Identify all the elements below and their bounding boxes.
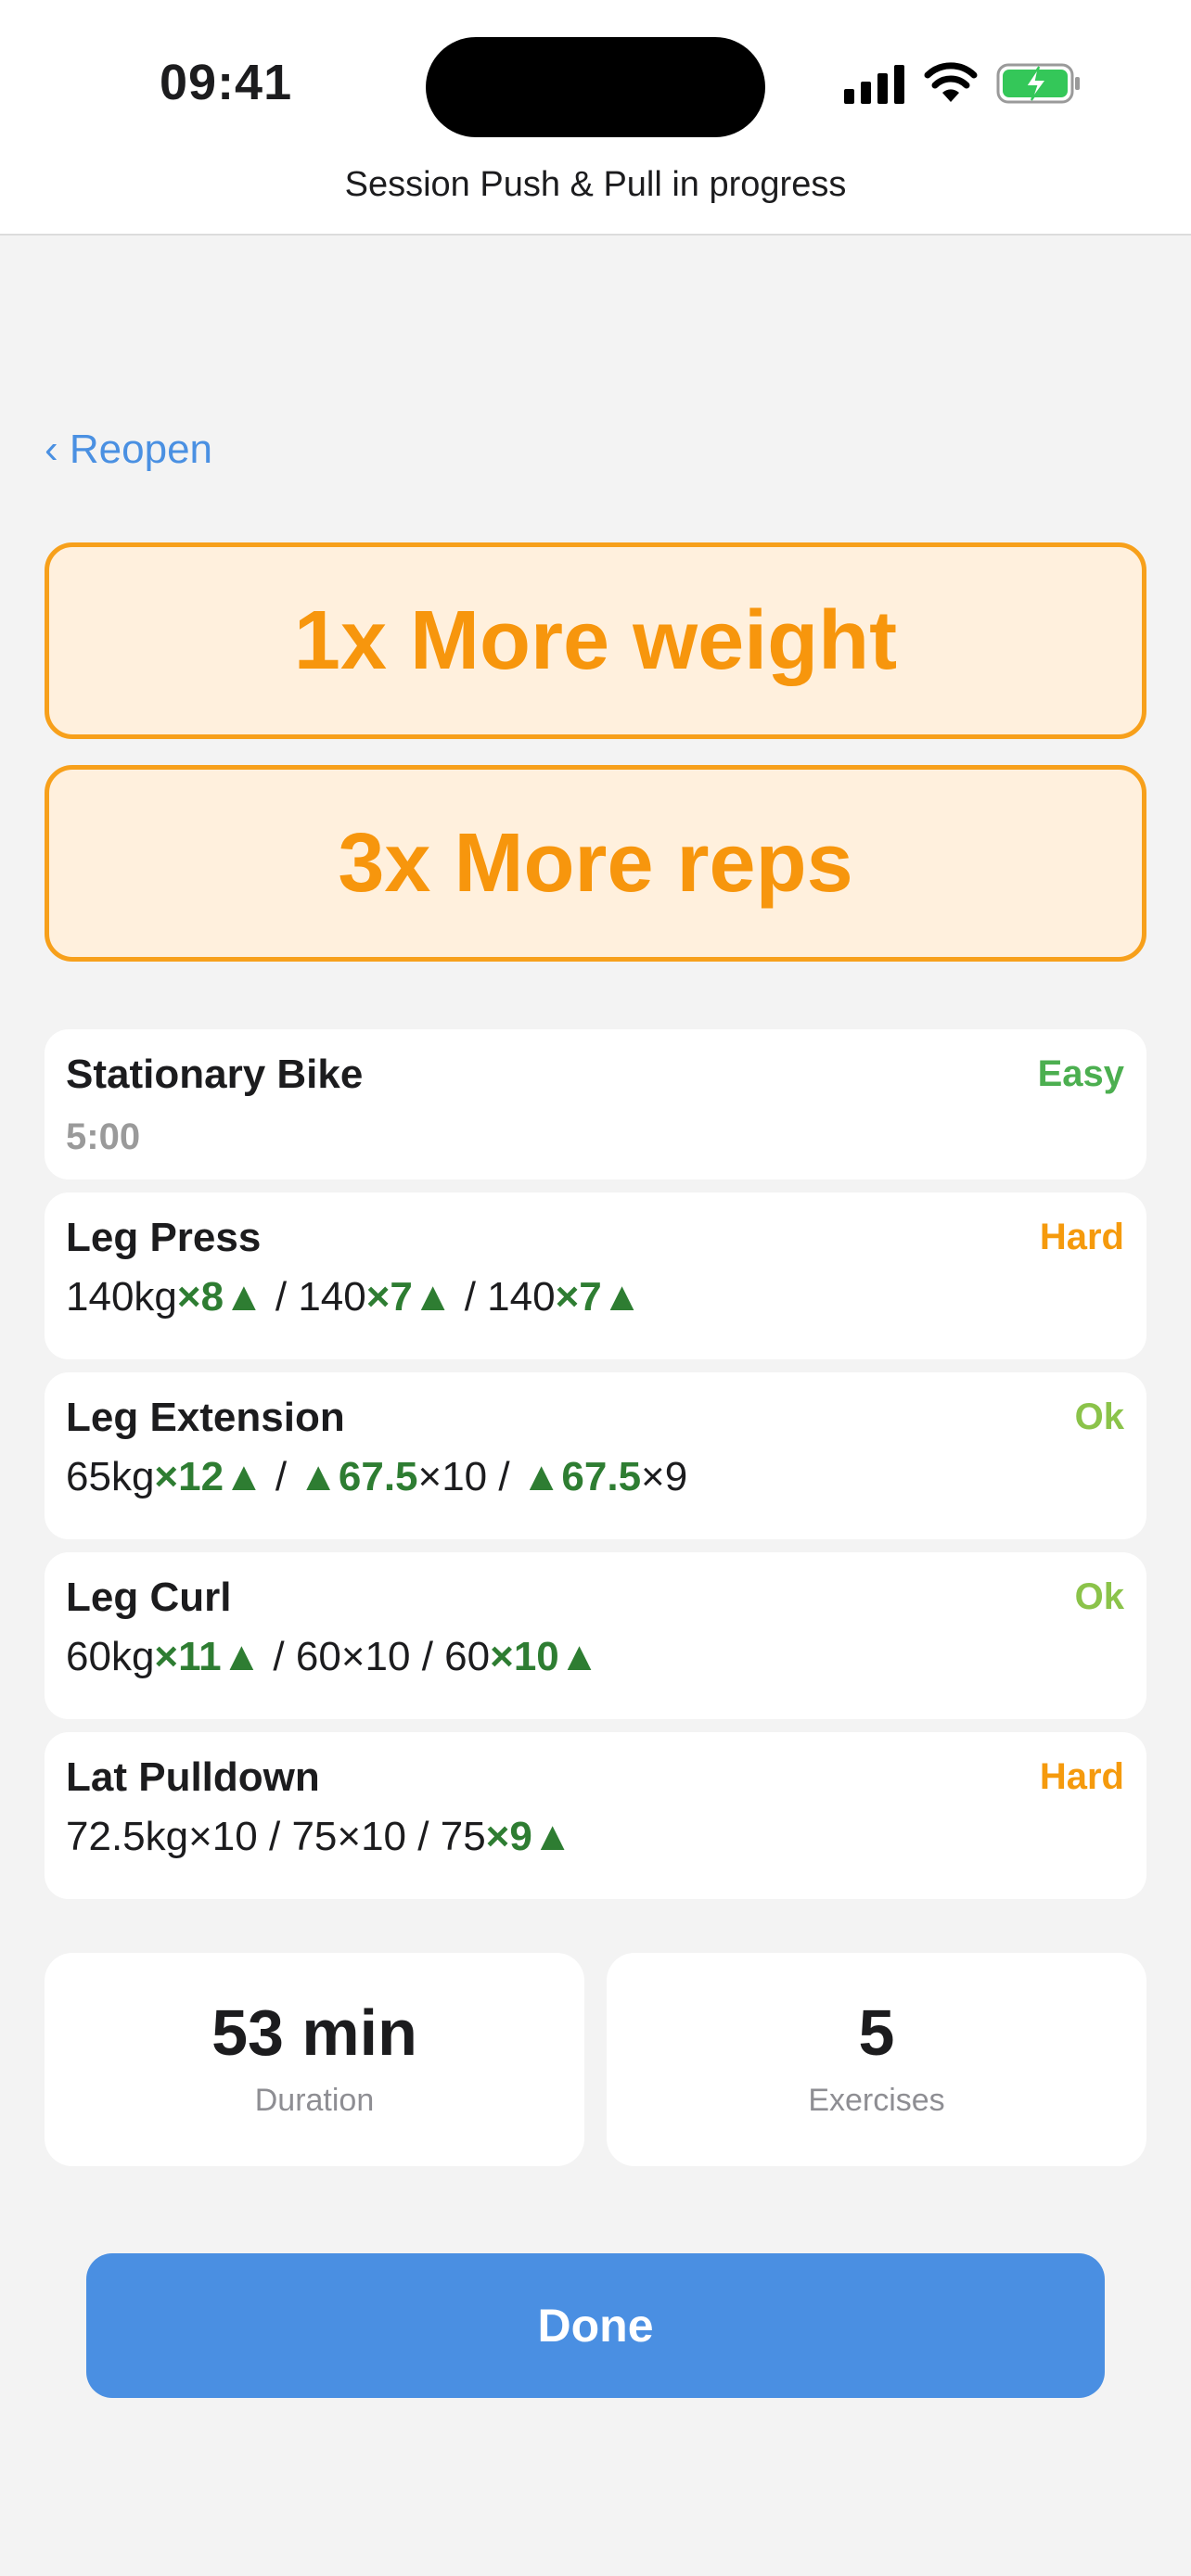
exercise-duration: 5:00 — [66, 1116, 141, 1157]
exercise-name: Leg Press — [66, 1215, 262, 1260]
set-reps: ×10 — [340, 1634, 411, 1679]
up-triangle-icon: ▲ — [520, 1454, 562, 1499]
set-reps: ×10 — [417, 1454, 488, 1499]
set-separator: / — [263, 1454, 299, 1499]
set-weight: 67.5 — [561, 1454, 642, 1499]
exercise-card[interactable]: Leg Extension Ok 65kg×12▲ / ▲67.5×10 / ▲… — [45, 1372, 1146, 1539]
difficulty-label: Hard — [1039, 1756, 1124, 1797]
set-weight: 140 — [298, 1274, 366, 1320]
done-button[interactable]: Done — [86, 2253, 1105, 2398]
set-reps: ×12 — [154, 1454, 224, 1499]
session-title: Session Push & Pull in progress — [344, 165, 847, 204]
set-reps: ×8 — [176, 1274, 224, 1320]
set-weight: 140 — [487, 1274, 556, 1320]
set-separator: / — [257, 1814, 292, 1859]
exercise-card[interactable]: Leg Press Hard 140kg×8▲ / 140×7▲ / 140×7… — [45, 1192, 1146, 1359]
set-weight: 75 — [440, 1814, 486, 1859]
difficulty-label: Hard — [1039, 1217, 1124, 1257]
up-triangle-icon: ▲ — [558, 1634, 600, 1679]
set-separator: / — [263, 1274, 299, 1320]
exercise-name: Lat Pulldown — [66, 1754, 320, 1800]
exercise-card[interactable]: Lat Pulldown Hard 72.5kg×10 / 75×10 / 75… — [45, 1732, 1146, 1899]
set-separator: / — [406, 1814, 441, 1859]
battery-charging-icon — [996, 63, 1080, 104]
wifi-icon — [924, 62, 978, 102]
duration-label: Duration — [254, 2083, 375, 2118]
set-weight: 60 — [444, 1634, 491, 1679]
difficulty-label: Ok — [1074, 1396, 1124, 1437]
set-weight: 60 — [295, 1634, 341, 1679]
set-weight: 140kg — [66, 1274, 177, 1320]
set-weight: 67.5 — [338, 1454, 418, 1499]
up-triangle-icon: ▲ — [531, 1814, 573, 1859]
exercises-count-label: Exercises — [808, 2083, 945, 2118]
set-reps: ×9 — [641, 1454, 688, 1499]
set-weight: 60kg — [66, 1634, 155, 1679]
set-weight: 65kg — [66, 1454, 155, 1499]
exercise-sets: 65kg×12▲ / ▲67.5×10 / ▲67.5×9 — [66, 1454, 687, 1500]
up-triangle-icon: ▲ — [224, 1454, 264, 1499]
set-reps: ×7 — [555, 1274, 602, 1320]
set-reps: ×10 — [490, 1634, 559, 1679]
set-reps: ×11 — [154, 1634, 222, 1679]
set-reps: ×10 — [337, 1814, 407, 1859]
difficulty-label: Easy — [1037, 1053, 1124, 1094]
up-triangle-icon: ▲ — [298, 1454, 339, 1499]
exercise-sets: 60kg×11▲ / 60×10 / 60×10▲ — [66, 1634, 599, 1680]
duration-stat: 53 min Duration — [45, 1953, 584, 2166]
set-separator: / — [453, 1274, 488, 1320]
exercises-stat: 5 Exercises — [607, 1953, 1146, 2166]
more-weight-banner: 1x More weight — [45, 542, 1146, 739]
more-reps-banner: 3x More reps — [45, 765, 1146, 962]
set-separator: / — [262, 1634, 296, 1679]
exercise-sets: 140kg×8▲ / 140×7▲ / 140×7▲ — [66, 1274, 642, 1320]
exercise-card[interactable]: Leg Curl Ok 60kg×11▲ / 60×10 / 60×10▲ — [45, 1552, 1146, 1719]
dynamic-island — [426, 37, 765, 137]
set-weight: 75 — [291, 1814, 338, 1859]
reopen-link[interactable]: ‹ Reopen — [45, 427, 212, 473]
duration-value: 53 min — [211, 1996, 417, 2069]
signal-icon — [844, 65, 904, 104]
set-reps: ×7 — [365, 1274, 413, 1320]
set-weight: 72.5kg — [66, 1814, 189, 1859]
up-triangle-icon: ▲ — [224, 1274, 264, 1320]
exercise-sets: 72.5kg×10 / 75×10 / 75×9▲ — [66, 1814, 572, 1860]
set-reps: ×9 — [485, 1814, 532, 1859]
exercise-name: Leg Extension — [66, 1395, 345, 1440]
exercise-name: Leg Curl — [66, 1575, 232, 1620]
set-separator: / — [487, 1454, 521, 1499]
up-triangle-icon: ▲ — [412, 1274, 454, 1320]
up-triangle-icon: ▲ — [221, 1634, 263, 1679]
set-separator: / — [410, 1634, 445, 1679]
difficulty-label: Ok — [1074, 1576, 1124, 1617]
exercises-count-value: 5 — [858, 1996, 895, 2069]
exercise-card[interactable]: Stationary Bike Easy 5:00 — [45, 1029, 1146, 1180]
exercise-name: Stationary Bike — [66, 1052, 364, 1097]
set-reps: ×10 — [188, 1814, 258, 1859]
status-time: 09:41 — [160, 55, 293, 110]
up-triangle-icon: ▲ — [601, 1274, 643, 1320]
status-bar: 09:41 Session Push & Pull in progress — [0, 0, 1191, 236]
